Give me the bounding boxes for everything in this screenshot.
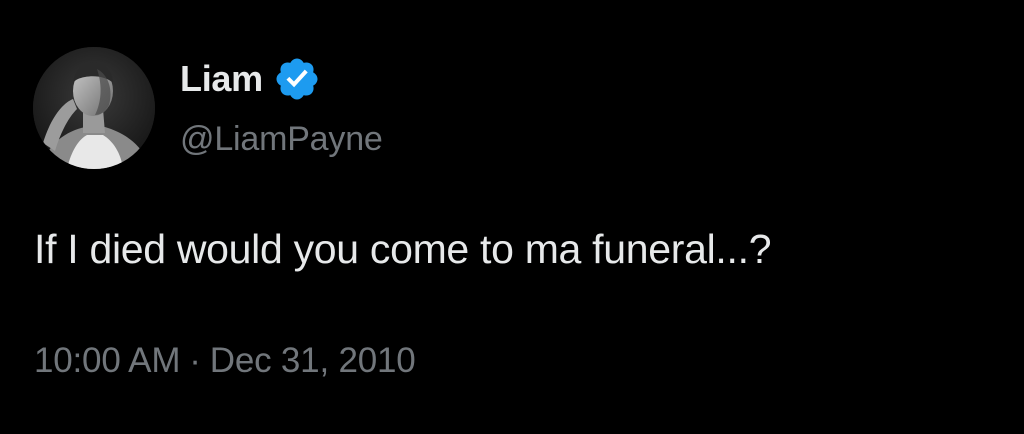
tweet-timestamp[interactable]: 10:00 AM · Dec 31, 2010 — [34, 341, 416, 381]
avatar-photo — [33, 47, 155, 169]
tweet-text: If I died would you come to ma funeral..… — [34, 226, 772, 272]
avatar[interactable] — [33, 47, 155, 169]
meta-separator: · — [189, 341, 201, 380]
tweet-card: Liam @LiamPayne If I died would you come… — [0, 0, 1024, 434]
author-name-row[interactable]: Liam — [180, 56, 321, 102]
verified-badge-icon[interactable] — [273, 55, 321, 103]
tweet-time[interactable]: 10:00 AM — [34, 341, 180, 381]
author-handle[interactable]: @LiamPayne — [180, 120, 383, 159]
tweet-date[interactable]: Dec 31, 2010 — [210, 341, 416, 381]
author-display-name[interactable]: Liam — [180, 58, 263, 100]
